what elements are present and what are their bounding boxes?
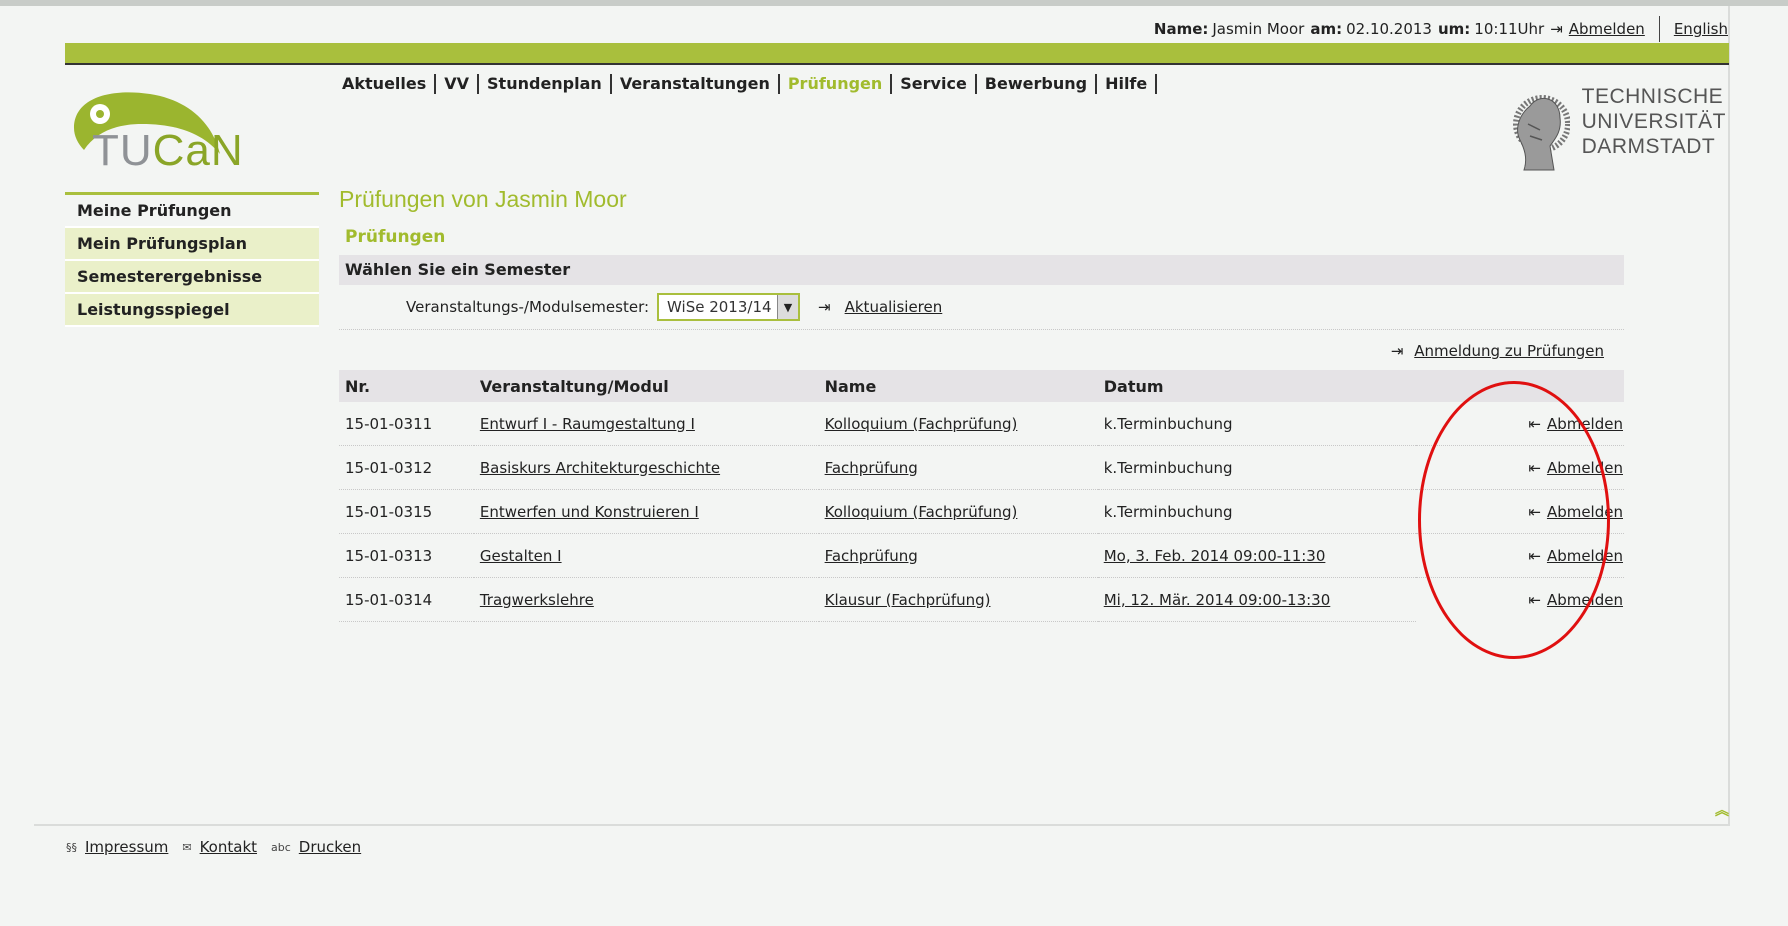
refresh-link[interactable]: Aktualisieren bbox=[845, 298, 943, 316]
sidebar-item-pruefungsplan[interactable]: Mein Prüfungsplan bbox=[65, 228, 319, 261]
exam-nr: 15-01-0312 bbox=[339, 445, 474, 490]
athena-head-icon bbox=[1512, 95, 1570, 171]
deregister-link[interactable]: Abmelden bbox=[1547, 459, 1623, 477]
deregister-arrow-icon: ⇤ bbox=[1528, 546, 1541, 565]
exam-modul-link[interactable]: Basiskurs Architekturgeschichte bbox=[480, 459, 720, 477]
header-name: Name bbox=[818, 370, 1098, 402]
register-row: ⇥ Anmeldung zu Prüfungen bbox=[339, 342, 1624, 366]
exam-name-link[interactable]: Kolloquium (Fachprüfung) bbox=[825, 503, 1018, 521]
exam-modul-link[interactable]: Entwerfen und Konstruieren I bbox=[480, 503, 699, 521]
table-row: 15-01-0312 Basiskurs Architekturgeschich… bbox=[339, 445, 1624, 490]
deregister-arrow-icon: ⇤ bbox=[1528, 414, 1541, 433]
nav-hilfe[interactable]: Hilfe bbox=[1097, 74, 1158, 94]
semester-label: Veranstaltungs-/Modulsemester: bbox=[406, 298, 650, 316]
exam-date: k.Terminbuchung bbox=[1097, 445, 1417, 490]
sidebar: Meine Prüfungen Mein Prüfungsplan Semest… bbox=[65, 192, 319, 327]
name-label: Name: bbox=[1153, 20, 1209, 38]
exam-nr: 15-01-0314 bbox=[339, 577, 474, 622]
exam-date: k.Terminbuchung bbox=[1097, 402, 1417, 446]
logout-link[interactable]: Abmelden bbox=[1569, 20, 1645, 38]
nav-vv[interactable]: VV bbox=[436, 74, 480, 94]
user-name: Jasmin Moor bbox=[1212, 20, 1305, 38]
page-title: Prüfungen von Jasmin Moor bbox=[339, 186, 627, 212]
exams-table: Nr. Veranstaltung/Modul Name Datum 15-01… bbox=[339, 370, 1624, 622]
time-label: um: bbox=[1437, 20, 1471, 38]
header-nr: Nr. bbox=[339, 370, 474, 402]
language-link[interactable]: English bbox=[1674, 20, 1728, 38]
exam-modul-link[interactable]: Entwurf I - Raumgestaltung I bbox=[480, 415, 695, 433]
exam-date-link[interactable]: Mi, 12. Mär. 2014 09:00-13:30 bbox=[1104, 591, 1331, 609]
section-subtitle: Prüfungen bbox=[345, 227, 446, 247]
print-icon: abc bbox=[271, 840, 291, 854]
semester-selected-value: WiSe 2013/14 bbox=[667, 298, 772, 316]
deregister-arrow-icon: ⇤ bbox=[1528, 458, 1541, 477]
register-arrow-icon: ⇥ bbox=[1390, 342, 1404, 360]
sidebar-item-meine-pruefungen[interactable]: Meine Prüfungen bbox=[65, 195, 319, 228]
mail-icon: ✉ bbox=[182, 840, 192, 854]
exam-modul-link[interactable]: Gestalten I bbox=[480, 547, 562, 565]
exam-nr: 15-01-0313 bbox=[339, 533, 474, 578]
table-row: 15-01-0311 Entwurf I - Raumgestaltung I … bbox=[339, 402, 1624, 446]
nav-stundenplan[interactable]: Stundenplan bbox=[479, 74, 612, 94]
sidebar-item-semesterergebnisse[interactable]: Semesterergebnisse bbox=[65, 261, 319, 294]
exam-nr: 15-01-0315 bbox=[339, 489, 474, 534]
tu-darmstadt-name: TECHNISCHE UNIVERSITÄT DARMSTADT bbox=[1581, 85, 1726, 158]
table-header-row: Nr. Veranstaltung/Modul Name Datum bbox=[339, 370, 1624, 402]
exam-date-link[interactable]: Mo, 3. Feb. 2014 09:00-11:30 bbox=[1104, 547, 1326, 565]
deregister-link[interactable]: Abmelden bbox=[1547, 415, 1623, 433]
tu-darmstadt-logo: TECHNISCHE UNIVERSITÄT DARMSTADT bbox=[1510, 84, 1726, 174]
header-green-bar bbox=[65, 43, 1729, 65]
tucan-logo-text: TUCaN bbox=[92, 126, 244, 175]
semester-select[interactable]: WiSe 2013/14 ▼ bbox=[657, 293, 801, 321]
exam-modul-link[interactable]: Tragwerkslehre bbox=[480, 591, 594, 609]
table-row: 15-01-0313 Gestalten I Fachprüfung Mo, 3… bbox=[339, 533, 1624, 578]
header-action bbox=[1416, 370, 1624, 402]
deregister-arrow-icon: ⇤ bbox=[1528, 590, 1541, 609]
login-date: 02.10.2013 bbox=[1346, 20, 1432, 38]
nav-pruefungen[interactable]: Prüfungen bbox=[780, 74, 893, 94]
logout-arrow-icon: ⇥ bbox=[1550, 20, 1563, 38]
table-row: 15-01-0314 Tragwerkslehre Klausur (Fachp… bbox=[339, 577, 1624, 622]
exam-name-link[interactable]: Fachprüfung bbox=[825, 547, 918, 565]
drucken-link[interactable]: Drucken bbox=[299, 838, 361, 856]
semester-heading: Wählen Sie ein Semester bbox=[339, 255, 1624, 285]
header-modul: Veranstaltung/Modul bbox=[473, 370, 819, 402]
semester-selector-row: Veranstaltungs-/Modulsemester: WiSe 2013… bbox=[339, 285, 1624, 330]
exam-name-link[interactable]: Fachprüfung bbox=[825, 459, 918, 477]
impressum-link[interactable]: Impressum bbox=[85, 838, 168, 856]
impressum-icon: §§ bbox=[66, 840, 77, 854]
table-row: 15-01-0315 Entwerfen und Konstruieren I … bbox=[339, 489, 1624, 534]
nav-aktuelles[interactable]: Aktuelles bbox=[342, 74, 437, 94]
header-divider bbox=[1658, 16, 1660, 42]
deregister-arrow-icon: ⇤ bbox=[1528, 502, 1541, 521]
nav-bewerbung[interactable]: Bewerbung bbox=[977, 74, 1098, 94]
nav-service[interactable]: Service bbox=[892, 74, 977, 94]
exam-nr: 15-01-0311 bbox=[339, 402, 474, 446]
nav-veranstaltungen[interactable]: Veranstaltungen bbox=[612, 74, 780, 94]
deregister-link[interactable]: Abmelden bbox=[1547, 547, 1623, 565]
scroll-to-top-icon[interactable]: ︽ bbox=[1715, 800, 1729, 820]
exam-name-link[interactable]: Klausur (Fachprüfung) bbox=[825, 591, 991, 609]
footer: §§ Impressum ✉ Kontakt abc Drucken bbox=[66, 838, 375, 856]
login-time: 10:11Uhr bbox=[1474, 20, 1545, 38]
sidebar-item-leistungsspiegel[interactable]: Leistungsspiegel bbox=[65, 294, 319, 327]
header-datum: Datum bbox=[1097, 370, 1417, 402]
chevron-down-icon[interactable]: ▼ bbox=[777, 295, 799, 319]
exam-name-link[interactable]: Kolloquium (Fachprüfung) bbox=[825, 415, 1018, 433]
deregister-link[interactable]: Abmelden bbox=[1547, 591, 1623, 609]
date-label: am: bbox=[1310, 20, 1343, 38]
refresh-arrow-icon: ⇥ bbox=[818, 298, 831, 316]
register-exams-link[interactable]: Anmeldung zu Prüfungen bbox=[1414, 342, 1604, 360]
user-info-bar: Name: Jasmin Moor am: 02.10.2013 um: 10:… bbox=[1154, 16, 1728, 42]
kontakt-link[interactable]: Kontakt bbox=[200, 838, 257, 856]
main-navigation: Aktuelles VV Stundenplan Veranstaltungen… bbox=[342, 74, 1158, 94]
exam-date: k.Terminbuchung bbox=[1097, 489, 1417, 534]
main-content: Prüfungen von Jasmin Moor Prüfungen Wähl… bbox=[339, 186, 1624, 622]
deregister-link[interactable]: Abmelden bbox=[1547, 503, 1623, 521]
